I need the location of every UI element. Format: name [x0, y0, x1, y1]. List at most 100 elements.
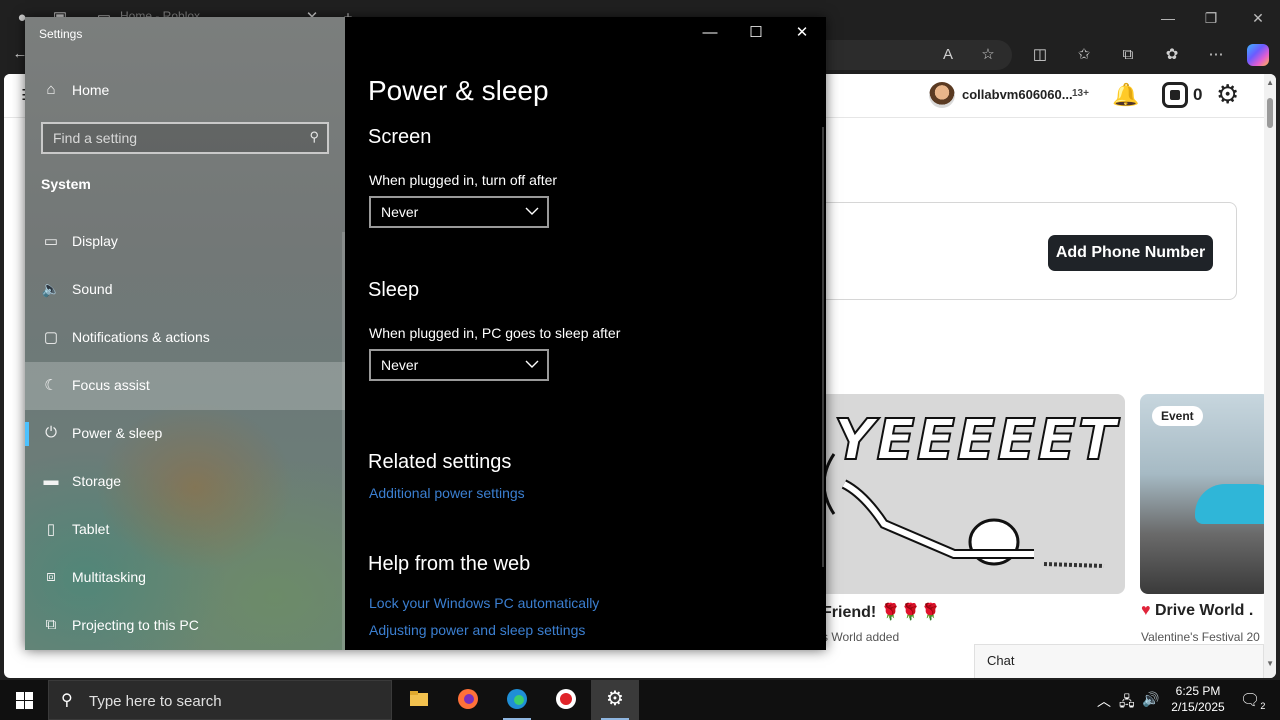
browser-close-button[interactable]: ✕	[1240, 6, 1276, 30]
car-thumbnail-art	[1195, 484, 1270, 524]
favorite-star-icon[interactable]: ☆	[976, 45, 1000, 65]
stick-figures-illustration	[822, 453, 1105, 568]
heart-icon: ♥	[1141, 602, 1151, 619]
game-subtitle: Valentine's Festival 20	[1141, 630, 1260, 644]
clock-time: 6:25 PM	[1175, 684, 1221, 698]
power-icon: ⏻	[45, 424, 57, 441]
extensions-icon[interactable]: ✿	[1160, 45, 1184, 65]
taskbar-search-box[interactable]: ⚲ Type here to search	[48, 680, 392, 720]
favorites-icon[interactable]: ✩	[1072, 45, 1096, 65]
game-title[interactable]: ♥ Drive World .	[1141, 602, 1253, 620]
robux-icon[interactable]	[1162, 82, 1188, 108]
action-center-icon[interactable]: 🗨2	[1240, 690, 1265, 711]
browser-restore-button[interactable]: ❐	[1193, 6, 1229, 30]
show-hidden-icons-chevron-icon[interactable]: ︿	[1097, 691, 1111, 711]
sidebar-item-label: Multitasking	[72, 569, 146, 585]
game-subtitle: s World added	[822, 630, 900, 644]
sidebar-item-label: Power & sleep	[72, 425, 163, 441]
clock-date: 2/15/2025	[1171, 700, 1225, 714]
read-aloud-icon[interactable]: A	[936, 45, 960, 65]
game-tile[interactable]: YEEEEET	[804, 394, 1125, 594]
more-menu-icon[interactable]: ⋯	[1204, 45, 1228, 65]
windows-logo-pane	[25, 701, 33, 709]
storage-icon: ▬	[43, 472, 59, 489]
sidebar-item-notifications[interactable]: ▢ Notifications & actions	[25, 314, 345, 362]
recorder-button[interactable]	[542, 680, 590, 720]
maximize-button[interactable]: ☐	[733, 17, 779, 49]
phone-prompt-card: Add Phone Number	[784, 202, 1237, 300]
taskbar: ⚲ Type here to search ⚙ ︿ 🖧 🔊 6:25 PM 2/…	[0, 680, 1280, 720]
sidebar-item-label: Focus assist	[72, 377, 150, 393]
chevron-down-icon	[525, 207, 539, 215]
copilot-icon[interactable]	[1247, 44, 1269, 66]
sidebar-item-label: Sound	[72, 281, 113, 297]
settings-window: Settings ⌂ Home Find a setting ⚲ System …	[25, 17, 826, 650]
start-button[interactable]	[0, 680, 48, 720]
search-icon[interactable]: ⚲	[309, 129, 319, 145]
sidebar-item-power-sleep[interactable]: ⏻ Power & sleep	[25, 410, 345, 458]
multitasking-icon: ⧈	[46, 568, 56, 585]
file-explorer-button[interactable]	[395, 680, 443, 720]
additional-power-settings-link[interactable]: Additional power settings	[369, 485, 525, 501]
chat-label: Chat	[987, 653, 1015, 668]
sidebar-item-multitasking[interactable]: ⧈ Multitasking	[25, 554, 345, 602]
clock[interactable]: 6:25 PM 2/15/2025	[1168, 683, 1228, 715]
browser-minimize-button[interactable]: —	[1150, 6, 1186, 30]
sound-icon: 🔈	[41, 281, 61, 298]
username[interactable]: collabvm606060...	[962, 87, 1073, 102]
address-bar[interactable]: A ☆	[820, 40, 1012, 70]
find-setting-input[interactable]: Find a setting ⚲	[41, 122, 329, 154]
display-icon: ▭	[43, 233, 59, 250]
gear-icon: ⚙	[606, 688, 624, 710]
game-title[interactable]: Friend! 🌹🌹🌹	[822, 602, 940, 622]
sidebar-item-projecting[interactable]: ⧉ Projecting to this PC	[25, 602, 345, 650]
search-placeholder: Find a setting	[53, 130, 138, 146]
sidebar-item-tablet[interactable]: ▯ Tablet	[25, 506, 345, 554]
sidebar-item-label: Notifications & actions	[72, 329, 210, 345]
sidebar-item-display[interactable]: ▭ Display	[25, 218, 345, 266]
sleep-timeout-dropdown[interactable]: Never	[369, 349, 549, 381]
taskbar-search-placeholder: Type here to search	[89, 693, 222, 710]
record-icon	[556, 689, 576, 709]
notification-count: 2	[1260, 701, 1266, 712]
scroll-down-arrow-icon[interactable]: ▼	[1266, 659, 1274, 668]
selection-indicator	[25, 422, 29, 446]
scroll-up-arrow-icon[interactable]: ▲	[1266, 78, 1274, 87]
nav-home[interactable]: ⌂ Home	[25, 75, 345, 105]
split-screen-icon[interactable]: ◫	[1028, 45, 1052, 65]
help-link[interactable]: Lock your Windows PC automatically	[369, 595, 599, 611]
help-heading: Help from the web	[368, 553, 531, 575]
firefox-button[interactable]	[444, 680, 492, 720]
settings-gear-icon[interactable]: ⚙	[1216, 80, 1239, 108]
dropdown-value: Never	[381, 204, 419, 220]
scrollbar-thumb[interactable]	[1267, 98, 1273, 128]
page-scrollbar[interactable]: ▲ ▼	[1264, 74, 1276, 678]
moon-icon: ☾	[44, 377, 58, 394]
notifications-bell-icon[interactable]: 🔔	[1112, 82, 1139, 108]
sidebar-item-label: Display	[72, 233, 118, 249]
sidebar-item-sound[interactable]: 🔈 Sound	[25, 266, 345, 314]
game-tile[interactable]: Event	[1140, 394, 1270, 594]
sidebar-item-focus-assist[interactable]: ☾ Focus assist	[25, 362, 345, 410]
screen-timeout-dropdown[interactable]: Never	[369, 196, 549, 228]
collections-icon[interactable]: ⧉	[1116, 45, 1140, 65]
robux-count[interactable]: 0	[1193, 85, 1202, 105]
add-phone-number-button[interactable]: Add Phone Number	[1048, 235, 1213, 271]
chat-panel[interactable]: Chat	[974, 644, 1264, 678]
screen-heading: Screen	[368, 126, 432, 148]
help-link[interactable]: Adjusting power and sleep settings	[369, 622, 585, 638]
settings-app-button[interactable]: ⚙	[591, 680, 639, 720]
avatar[interactable]	[929, 82, 955, 108]
game-title-text: Drive World .	[1154, 602, 1254, 619]
chevron-down-icon	[525, 360, 539, 368]
folder-icon	[410, 691, 428, 706]
sleep-timeout-label: When plugged in, PC goes to sleep after	[369, 325, 621, 341]
edge-button[interactable]	[493, 680, 541, 720]
content-scrollbar[interactable]	[822, 127, 824, 567]
network-icon[interactable]: 🖧	[1119, 691, 1135, 715]
volume-icon[interactable]: 🔊	[1142, 691, 1159, 708]
minimize-button[interactable]: —	[687, 17, 733, 49]
screen-timeout-label: When plugged in, turn off after	[369, 172, 558, 188]
sidebar-item-storage[interactable]: ▬ Storage	[25, 458, 345, 506]
close-button[interactable]: ✕	[779, 17, 825, 49]
